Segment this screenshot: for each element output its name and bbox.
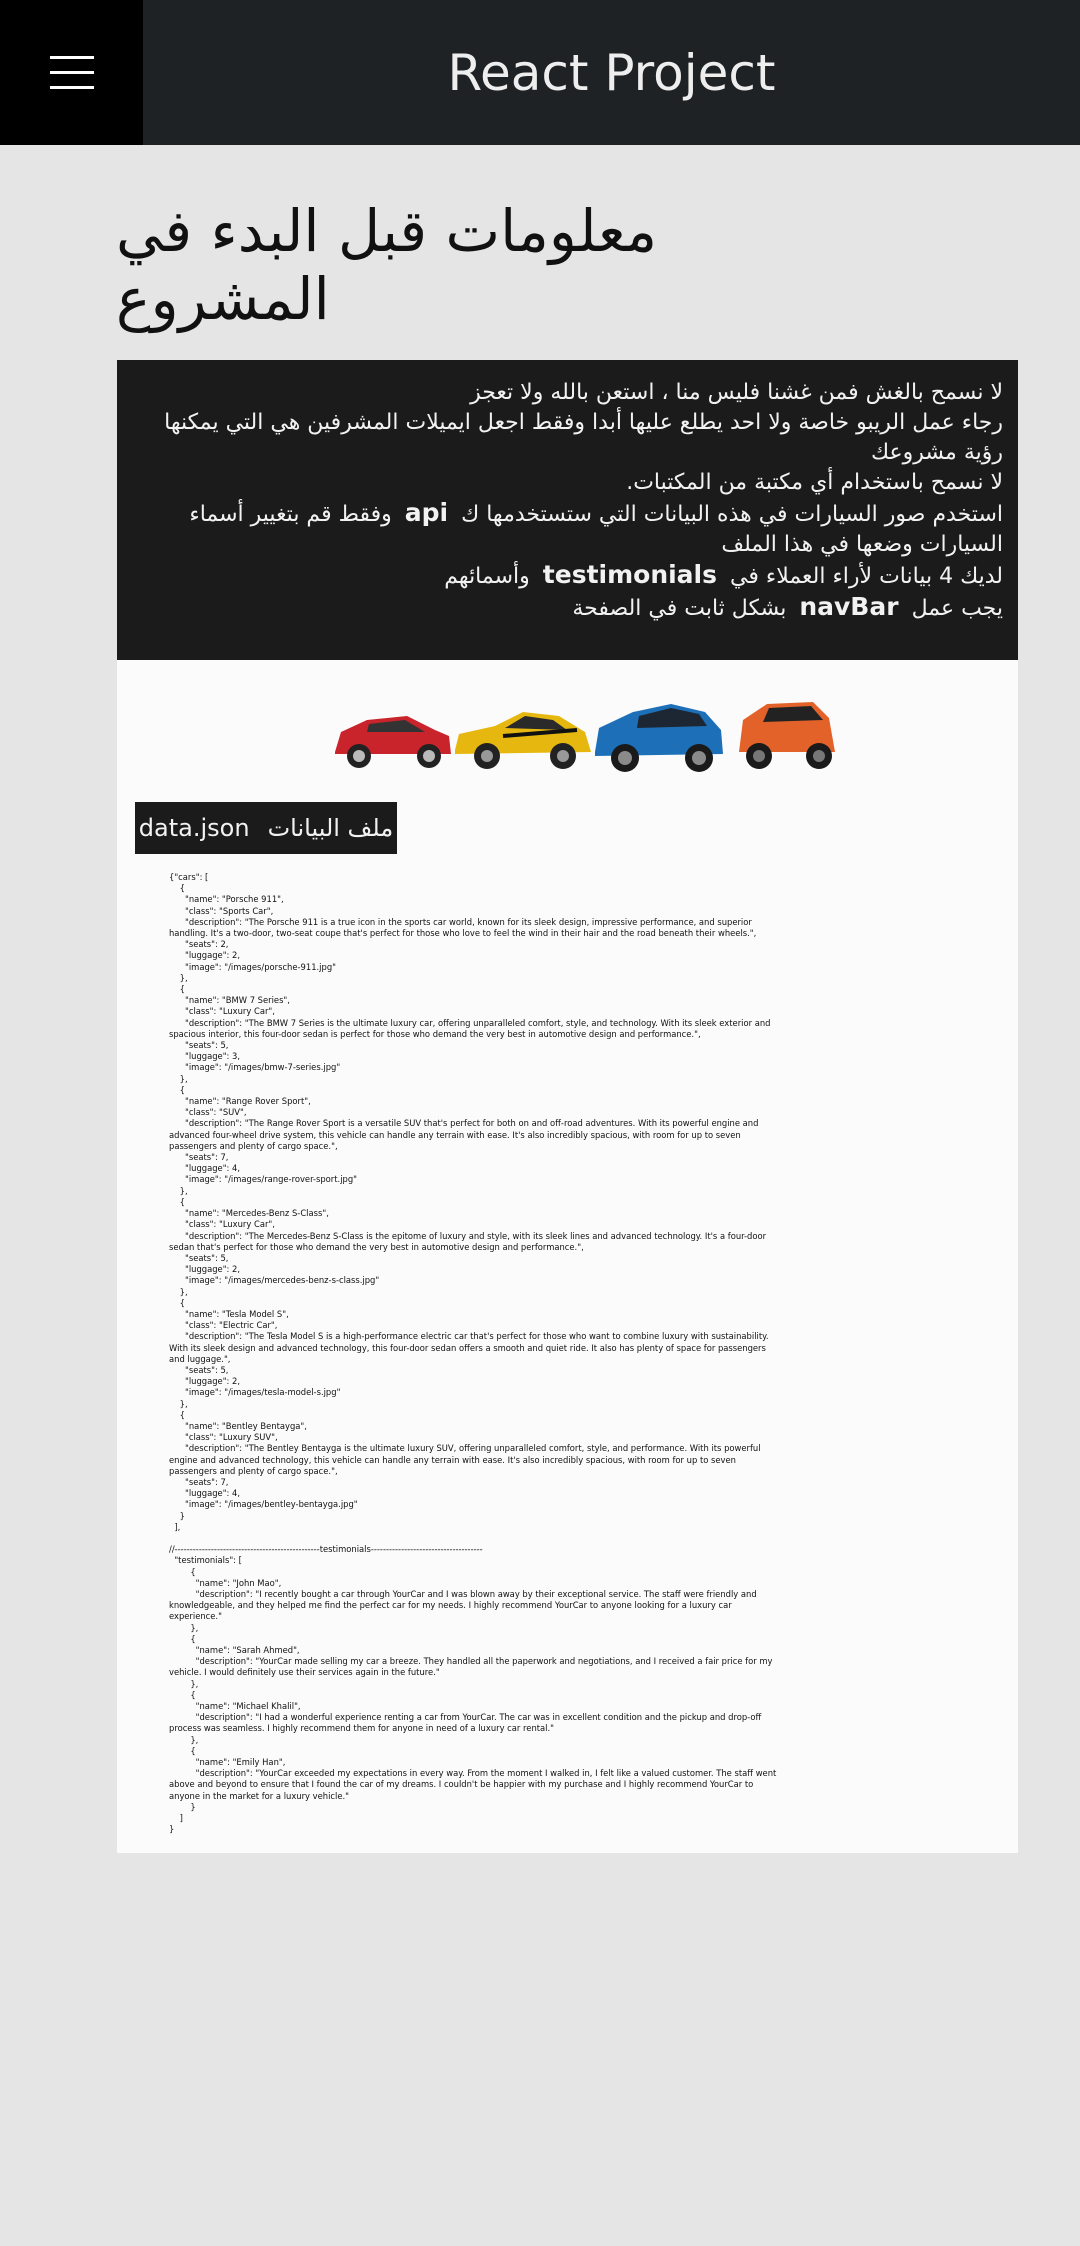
blue-car-image [595,704,723,772]
orange-car-image [739,702,835,769]
content-panel: لا نسمح بالغش فمن غشنا فليس منا ، استعن … [117,360,1018,1853]
data-file-label: data.json ملف البيانات [135,802,397,854]
top-navbar: React Project [0,0,1080,145]
app-title: React Project [447,43,776,102]
rule-line: لا نسمح بالغش فمن غشنا فليس منا ، استعن … [470,380,1003,405]
rule-line: رجاء عمل الريبو خاصة ولا احد يطلع عليها … [164,410,1003,465]
rule-line-navbar: يجب عمل navBar بشكل ثابت في الصفحة [572,592,1003,621]
data-file-label-ar: ملف البيانات [267,814,394,842]
data-json-code: {"cars": [ { "name": "Porsche 911", "cla… [169,872,777,1835]
rules-box: لا نسمح بالغش فمن غشنا فليس منا ، استعن … [117,360,1018,660]
hamburger-menu-button[interactable] [0,0,143,145]
rule-line: لا نسمح باستخدام أي مكتبة من المكتبات. [626,470,1003,495]
rule-line: السيارات وضعها في هذا الملف [721,532,1003,557]
yellow-car-image [455,712,591,769]
red-car-image [335,716,451,768]
rule-line-api: استخدم صور السيارات في هذه البيانات التي… [189,498,1003,527]
hamburger-menu-icon-bar [49,86,94,89]
page-title: معلومات قبل البدء في المشروع [116,197,658,333]
rule-line-testimonials: لديك 4 بيانات لأراء العملاء في testimoni… [444,560,1003,589]
data-file-label-en: data.json [138,814,250,842]
hamburger-menu-icon-bar [49,71,94,74]
hamburger-menu-icon [49,56,94,59]
cars-image [335,702,835,772]
